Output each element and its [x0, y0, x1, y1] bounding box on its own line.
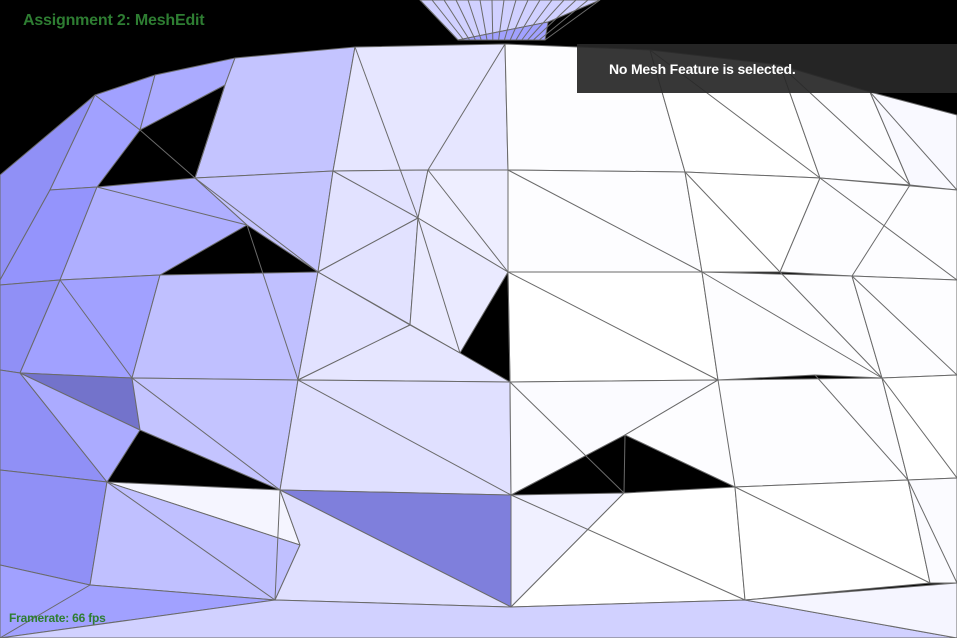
mesh-face[interactable] — [279, 379, 512, 496]
selection-info-text: No Mesh Feature is selected. — [609, 60, 796, 77]
mesh-edge[interactable] — [139, 129, 196, 179]
mesh-face[interactable] — [0, 469, 108, 586]
mesh-canvas[interactable] — [0, 0, 957, 638]
framerate-readout: Framerate: 66 fps — [9, 611, 106, 625]
mesh-edge[interactable] — [623, 434, 626, 494]
mesh-viewport[interactable]: Assignment 2: MeshEdit No Mesh Feature i… — [0, 0, 957, 638]
app-title: Assignment 2: MeshEdit — [23, 12, 205, 29]
mesh-face[interactable] — [131, 377, 299, 491]
mesh-face[interactable] — [332, 43, 509, 172]
mesh-face[interactable] — [734, 479, 931, 601]
mesh-face[interactable] — [131, 271, 319, 381]
selection-info-panel: No Mesh Feature is selected. — [577, 44, 957, 93]
